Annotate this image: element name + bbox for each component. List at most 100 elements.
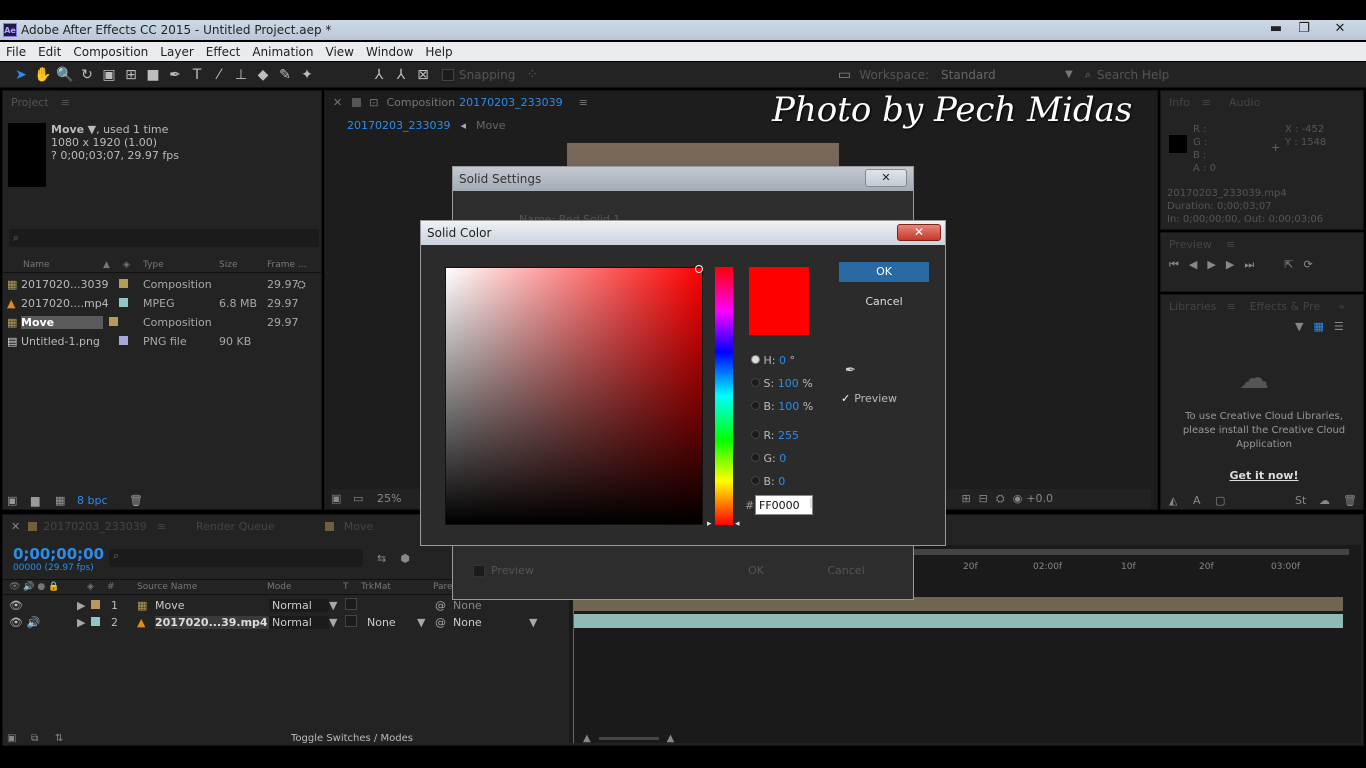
col-parent[interactable]: Pare xyxy=(433,582,453,592)
get-it-now-link[interactable]: Get it now! xyxy=(1179,469,1349,482)
comp-breadcrumb-parent[interactable]: Move xyxy=(476,119,506,132)
col-source-name[interactable]: Source Name xyxy=(137,582,267,592)
menu-layer[interactable]: Layer xyxy=(154,45,199,59)
chevron-down-icon[interactable]: ▼ xyxy=(417,616,435,629)
project-search-input[interactable]: ⌕ xyxy=(9,229,319,247)
rectangle-tool-icon[interactable]: ■ xyxy=(142,64,164,86)
hue-value[interactable]: 0 xyxy=(779,354,786,367)
zoom-in-icon[interactable]: ▲ xyxy=(667,733,675,744)
green-radio[interactable] xyxy=(751,453,760,462)
clone-stamp-tool-icon[interactable]: ⊥ xyxy=(230,64,252,86)
toggle-switches-icon[interactable]: ▣ xyxy=(7,733,31,744)
hex-input[interactable]: FF0000 xyxy=(755,495,813,515)
tab-timeline-comp[interactable]: 20170203_233039 xyxy=(43,520,146,533)
play-icon[interactable]: ▶ xyxy=(1207,258,1215,271)
cloud-sync-icon[interactable]: ☁ xyxy=(1319,494,1343,507)
menu-edit[interactable]: Edit xyxy=(32,45,67,59)
zoom-level[interactable]: 25% xyxy=(377,492,401,505)
first-frame-icon[interactable]: ⏮ xyxy=(1169,258,1179,272)
parent-select[interactable]: None xyxy=(453,616,529,629)
solid-preview-checkbox[interactable] xyxy=(473,564,485,577)
toggle-modes-icon[interactable]: ⧉ xyxy=(31,733,55,744)
trkmat-checkbox[interactable] xyxy=(345,598,357,610)
trkmat-select[interactable]: None xyxy=(367,616,417,629)
solid-cancel-button[interactable]: Cancel xyxy=(801,564,891,577)
lock-icon[interactable]: ⊡ xyxy=(369,96,378,109)
new-folder-icon[interactable]: ▆ xyxy=(31,494,55,507)
layer-mode-select[interactable]: Normal xyxy=(269,599,329,612)
current-timecode[interactable]: 0;00;00;00 xyxy=(13,545,104,563)
red-value[interactable]: 255 xyxy=(778,429,799,442)
project-panel-title[interactable]: Project xyxy=(11,96,49,109)
col-t[interactable]: T xyxy=(343,582,361,592)
add-text-icon[interactable]: A xyxy=(1193,494,1215,507)
trash-icon[interactable]: 🗑 xyxy=(1343,494,1357,507)
pan-behind-tool-icon[interactable]: ⊞ xyxy=(120,64,142,86)
visibility-icon[interactable]: 👁 xyxy=(3,599,77,612)
axis-world-icon[interactable]: ⅄ xyxy=(390,64,412,86)
list-item[interactable]: ▦ Move Composition 29.97 xyxy=(3,313,321,332)
eraser-tool-icon[interactable]: ◆ xyxy=(252,64,274,86)
snap-options-icon[interactable]: ⁘ xyxy=(521,64,543,86)
chevron-down-icon[interactable]: ▼ xyxy=(529,616,537,629)
brush-tool-icon[interactable]: ⁄ xyxy=(208,64,230,86)
comp-flowchart-icon[interactable]: ⇆ xyxy=(377,552,386,565)
selection-tool-icon[interactable]: ➤ xyxy=(10,64,32,86)
rotate-tool-icon[interactable]: ↻ xyxy=(76,64,98,86)
roto-brush-tool-icon[interactable]: ✎ xyxy=(274,64,296,86)
axis-local-icon[interactable]: ⅄ xyxy=(368,64,390,86)
label-swatch[interactable] xyxy=(109,317,118,326)
pickwhip-icon[interactable]: @ xyxy=(435,616,453,629)
close-window-button[interactable]: ✕ xyxy=(1326,20,1354,38)
chevron-down-icon[interactable]: ▼ xyxy=(88,123,96,136)
col-name[interactable]: Name xyxy=(3,260,103,270)
add-graphic-icon[interactable]: ▢ xyxy=(1215,494,1295,507)
visibility-icon[interactable]: 👁 🔊 xyxy=(3,616,77,629)
color-picker-handle[interactable] xyxy=(695,265,703,273)
chevron-down-icon[interactable]: ▼ xyxy=(1295,320,1303,333)
next-frame-icon[interactable]: ▶ xyxy=(1226,258,1234,271)
prev-frame-icon[interactable]: ◀ xyxy=(1189,258,1197,271)
solid-color-close-button[interactable]: ✕ xyxy=(897,224,941,241)
panel-menu-icon[interactable]: ≡ xyxy=(1226,238,1235,251)
stock-icon[interactable]: St xyxy=(1295,494,1319,507)
list-item[interactable]: ▤ Untitled-1.png PNG file 90 KB xyxy=(3,332,321,351)
hand-tool-icon[interactable]: ✋ xyxy=(32,64,54,86)
expand-layer-icon[interactable]: ▶ xyxy=(77,616,91,629)
expand-layer-icon[interactable]: ▶ xyxy=(77,599,91,612)
layer-mode-select[interactable]: Normal xyxy=(269,616,329,629)
layer-bar[interactable] xyxy=(573,614,1343,628)
preview-checkbox[interactable]: ✓ xyxy=(841,392,850,405)
saturation-brightness-field[interactable] xyxy=(445,267,703,525)
zoom-tool-icon[interactable]: 🔍 xyxy=(54,64,76,86)
snapping-checkbox[interactable] xyxy=(442,68,454,81)
workspace-select[interactable]: Standard xyxy=(941,68,1061,82)
restore-button[interactable]: ❐ xyxy=(1290,20,1318,38)
col-type[interactable]: Type xyxy=(143,260,219,270)
panel-menu-icon[interactable]: ≡ xyxy=(157,520,166,533)
menu-file[interactable]: File xyxy=(0,45,32,59)
panel-overflow-icon[interactable]: » xyxy=(1338,300,1345,313)
puppet-pin-tool-icon[interactable]: ✦ xyxy=(296,64,318,86)
pickwhip-icon[interactable]: @ xyxy=(435,599,453,612)
list-item[interactable]: ▦ 2017020...3039 Composition 29.97 ⛭ xyxy=(3,275,321,294)
col-mode[interactable]: Mode xyxy=(267,582,343,592)
menu-help[interactable]: Help xyxy=(419,45,458,59)
panel-menu-icon[interactable]: ≡ xyxy=(579,96,588,109)
playhead[interactable] xyxy=(573,575,574,743)
menu-composition[interactable]: Composition xyxy=(67,45,154,59)
grid-view-icon[interactable]: ▦ xyxy=(1313,320,1323,333)
tab-effects-presets[interactable]: Effects & Pre xyxy=(1250,300,1320,313)
tab-info[interactable]: Info xyxy=(1169,96,1190,109)
monitor-icon[interactable]: ▭ xyxy=(353,492,377,505)
hue-slider-left-arrow-icon[interactable]: ▸ xyxy=(707,519,712,529)
label-swatch[interactable] xyxy=(91,600,100,609)
axis-view-icon[interactable]: ⊠ xyxy=(412,64,434,86)
menu-effect[interactable]: Effect xyxy=(200,45,247,59)
label-swatch[interactable] xyxy=(119,279,128,288)
comp-tab-name[interactable]: 20170203_233039 xyxy=(459,96,562,109)
exposure-icon[interactable]: ◉ xyxy=(1013,492,1023,505)
menu-animation[interactable]: Animation xyxy=(246,45,319,59)
panel-menu-icon[interactable]: ≡ xyxy=(61,96,70,109)
close-tab-icon[interactable]: ✕ xyxy=(333,96,342,109)
